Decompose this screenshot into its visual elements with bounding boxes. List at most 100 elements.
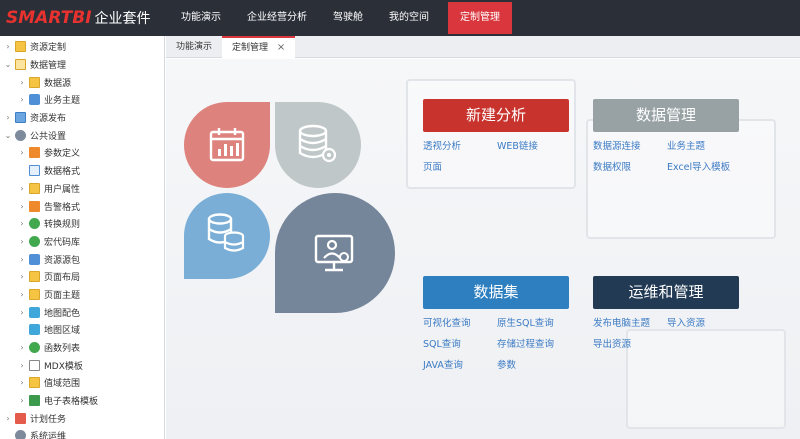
chevron-right-icon[interactable]: ›: [18, 184, 26, 193]
tree-item-scheduled-tasks[interactable]: › 计划任务: [0, 409, 164, 427]
link-java-query[interactable]: JAVA查询: [423, 357, 497, 371]
tree-item-user-attribute[interactable]: › 用户属性: [0, 180, 164, 198]
category-new-analysis: 新建分析 透视分析 WEB链接 页面: [423, 99, 569, 173]
link-page[interactable]: 页面: [423, 159, 497, 173]
tree-item-resource-publish[interactable]: › 资源发布: [0, 109, 164, 127]
tree-item-system-ops[interactable]: 系统运维: [0, 427, 164, 439]
link-import-resources[interactable]: 导入资源: [667, 315, 739, 329]
tree-item-business-theme[interactable]: › 业务主题: [0, 91, 164, 109]
chevron-right-icon[interactable]: ›: [18, 343, 26, 352]
tab-label: 定制管理: [232, 43, 269, 53]
tree-item-param-define[interactable]: › 参数定义: [0, 144, 164, 162]
tree-item-label: 数据格式: [44, 167, 81, 178]
tree-item-resource-custom[interactable]: › 资源定制: [0, 38, 164, 56]
folder-open-icon: [15, 59, 26, 71]
chevron-right-icon[interactable]: ›: [4, 113, 12, 122]
tree-item-label: 页面布局: [44, 273, 81, 284]
link-visual-query[interactable]: 可视化查询: [423, 315, 497, 329]
tree-item-label: 资源源包: [44, 255, 81, 266]
user-attribute-icon: [29, 182, 40, 194]
tab-custom-management[interactable]: 定制管理 ×: [222, 36, 296, 58]
function-icon: [29, 342, 40, 354]
link-excel-import-template[interactable]: Excel导入模板: [667, 159, 739, 173]
tree-item-label: 页面主题: [44, 290, 81, 301]
category-operations: 运维和管理 发布电脑主题 导入资源 导出资源: [593, 276, 739, 350]
chevron-right-icon[interactable]: ›: [18, 378, 26, 387]
chevron-right-icon[interactable]: ›: [18, 78, 26, 87]
tree-item-data-management[interactable]: ⌄ 数据管理: [0, 56, 164, 74]
tree-item-public-settings[interactable]: ⌄ 公共设置: [0, 126, 164, 144]
chevron-down-icon[interactable]: ⌄: [4, 60, 12, 69]
layout-icon: [29, 271, 40, 283]
link-sql-query[interactable]: SQL查询: [423, 336, 497, 350]
tree-item-label: 资源定制: [30, 43, 67, 54]
petal-new-analysis[interactable]: [184, 102, 270, 188]
link-data-permission[interactable]: 数据权限: [593, 159, 667, 173]
link-web-link[interactable]: WEB链接: [497, 138, 569, 152]
tree-item-function-list[interactable]: › 函数列表: [0, 339, 164, 357]
chevron-right-icon[interactable]: ›: [18, 95, 26, 104]
chevron-right-icon[interactable]: ›: [18, 237, 26, 246]
logo[interactable]: SMARTBI 企业套件: [6, 6, 151, 30]
link-datasource-connection[interactable]: 数据源连接: [593, 138, 667, 152]
chevron-right-icon[interactable]: ›: [18, 308, 26, 317]
petal-data-management[interactable]: [275, 102, 361, 188]
nav-item-custom-management[interactable]: 定制管理: [448, 2, 512, 34]
nav-item-my-space[interactable]: 我的空间: [376, 0, 442, 36]
tree-item-spreadsheet-template[interactable]: › 电子表格模板: [0, 392, 164, 410]
link-native-sql-query[interactable]: 原生SQL查询: [497, 315, 569, 329]
data-management-button[interactable]: 数据管理: [593, 99, 739, 132]
map-color-icon: [29, 306, 40, 318]
category-dataset: 数据集 可视化查询 原生SQL查询 SQL查询 存储过程查询 JAVA查询 参数: [423, 276, 569, 371]
tree-item-label: 用户属性: [44, 184, 81, 195]
link-publish-desktop-theme[interactable]: 发布电脑主题: [593, 315, 667, 329]
close-icon[interactable]: ×: [277, 42, 285, 53]
tab-demo[interactable]: 功能演示: [166, 36, 222, 58]
tree-item-label: 业务主题: [44, 96, 81, 107]
theme-icon: [29, 288, 40, 300]
tree-item-datasource[interactable]: › 数据源: [0, 73, 164, 91]
new-analysis-button[interactable]: 新建分析: [423, 99, 569, 132]
petal-operations[interactable]: [275, 193, 395, 313]
chevron-right-icon[interactable]: ›: [18, 290, 26, 299]
tree-item-macro-library[interactable]: › 宏代码库: [0, 233, 164, 251]
dataset-button[interactable]: 数据集: [423, 276, 569, 309]
nav-item-cockpit[interactable]: 驾驶舱: [320, 0, 376, 36]
tree-item-convert-rules[interactable]: › 转换规则: [0, 215, 164, 233]
tree-item-alert-format[interactable]: › 告警格式: [0, 197, 164, 215]
chevron-down-icon[interactable]: ⌄: [4, 131, 12, 140]
link-export-resources[interactable]: 导出资源: [593, 336, 667, 350]
tree-item-resource-package[interactable]: › 资源源包: [0, 250, 164, 268]
nav-item-business-analysis[interactable]: 企业经营分析: [234, 0, 320, 36]
chevron-right-icon[interactable]: ›: [18, 361, 26, 370]
tree-item-label: 数据管理: [30, 61, 67, 72]
link-pivot-analysis[interactable]: 透视分析: [423, 138, 497, 152]
tab-strip: 功能演示 定制管理 ×: [166, 36, 800, 58]
data-management-links: 数据源连接 业务主题 数据权限 Excel导入模板: [593, 138, 739, 173]
link-parameter[interactable]: 参数: [497, 357, 569, 371]
chevron-right-icon[interactable]: ›: [18, 202, 26, 211]
chevron-right-icon[interactable]: ›: [4, 414, 12, 423]
link-business-theme[interactable]: 业务主题: [667, 138, 739, 152]
operations-button[interactable]: 运维和管理: [593, 276, 739, 309]
tree-item-label: 公共设置: [30, 131, 67, 142]
petal-dataset[interactable]: [184, 193, 270, 279]
chevron-right-icon[interactable]: ›: [4, 42, 12, 51]
publish-icon: [15, 112, 26, 124]
chevron-right-icon[interactable]: ›: [18, 272, 26, 281]
chevron-right-icon[interactable]: ›: [18, 219, 26, 228]
chevron-right-icon[interactable]: ›: [18, 148, 26, 157]
calendar-chart-icon: [209, 128, 245, 162]
tree-item-page-theme[interactable]: › 页面主题: [0, 286, 164, 304]
tree-item-map-region[interactable]: 地图区域: [0, 321, 164, 339]
nav-item-demo[interactable]: 功能演示: [168, 0, 234, 36]
tree-item-data-format[interactable]: 数据格式: [0, 162, 164, 180]
tree-item-map-color[interactable]: › 地图配色: [0, 303, 164, 321]
folder-icon: [15, 41, 26, 53]
tree-item-page-layout[interactable]: › 页面布局: [0, 268, 164, 286]
tree-item-mdx-template[interactable]: › MDX模板: [0, 356, 164, 374]
tree-item-value-range[interactable]: › 值域范围: [0, 374, 164, 392]
chevron-right-icon[interactable]: ›: [18, 255, 26, 264]
link-stored-procedure-query[interactable]: 存储过程查询: [497, 336, 569, 350]
chevron-right-icon[interactable]: ›: [18, 396, 26, 405]
